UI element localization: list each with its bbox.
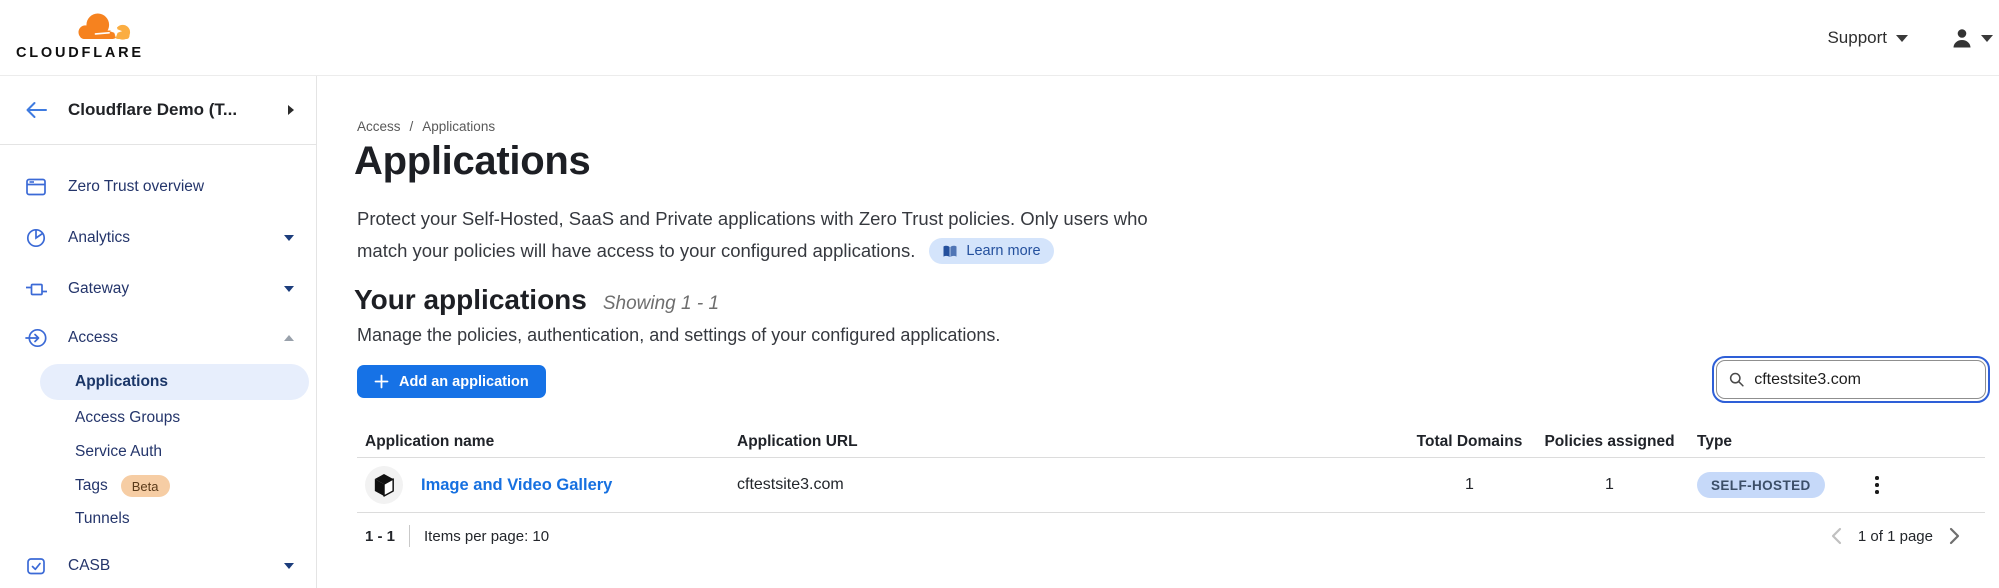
chevron-right-icon[interactable] [288,105,294,115]
applications-table: Application name Application URL Total D… [357,427,1985,513]
sidebar-item-applications[interactable]: Applications [40,364,309,400]
page-info: 1 of 1 page [1858,528,1933,545]
search-input[interactable] [1754,371,1973,389]
column-header-application-name: Application name [357,433,737,451]
divider [409,525,410,547]
table-row: Image and Video Gallery cftestsite3.com … [357,458,1985,513]
pagination-range: 1 - 1 [357,528,395,545]
column-header-application-url: Application URL [737,433,1407,451]
application-cube-icon [365,466,403,504]
book-icon [942,244,958,259]
chevron-up-icon [284,335,294,341]
casb-icon [25,555,47,577]
back-arrow-icon[interactable] [25,99,48,121]
sidebar-item-access[interactable]: Access [0,321,317,355]
showing-count: Showing 1 - 1 [603,293,719,315]
add-application-button[interactable]: Add an application [357,365,546,398]
breadcrumb-access[interactable]: Access [357,119,401,134]
pagination-bar: 1 - 1 Items per page: 10 1 of 1 page [357,513,1985,559]
breadcrumb-applications[interactable]: Applications [422,119,495,134]
search-box [1716,360,1986,399]
section-header: Your applications Showing 1 - 1 [354,284,719,316]
user-icon [1950,26,1974,50]
window-icon [25,176,47,198]
row-actions-kebab-menu[interactable] [1869,470,1885,500]
chevron-down-icon [1896,35,1908,42]
page-description: Protect your Self-Hosted, SaaS and Priva… [357,203,1148,267]
sidebar-item-tunnels[interactable]: Tunnels [0,502,317,536]
sidebar-item-label: Analytics [68,229,130,247]
sidebar-item-tags[interactable]: Tags Beta [0,469,317,503]
sidebar: Cloudflare Demo (T... Zero Trust overvie… [0,76,317,588]
table-header-row: Application name Application URL Total D… [357,427,1985,458]
add-application-label: Add an application [399,374,529,390]
sidebar-item-label: Tags [75,477,108,495]
application-url: cftestsite3.com [737,476,1407,494]
chevron-down-icon [284,235,294,241]
description-line-2: match your policies will have access to … [357,235,915,267]
sidebar-item-zero-trust-overview[interactable]: Zero Trust overview [0,170,317,204]
column-header-type: Type [1687,433,1857,451]
account-selector: Cloudflare Demo (T... [0,76,316,145]
sidebar-item-gateway[interactable]: Gateway [0,272,317,306]
gateway-icon [25,278,47,300]
sidebar-item-label: Access [68,329,118,347]
sidebar-item-service-auth[interactable]: Service Auth [0,435,317,469]
cloudflare-logo-text: CLOUDFLARE [16,45,156,61]
section-subtitle: Manage the policies, authentication, and… [357,325,1000,346]
sidebar-item-label: Service Auth [75,443,162,461]
application-name-link[interactable]: Image and Video Gallery [421,476,612,495]
sidebar-item-access-groups[interactable]: Access Groups [0,401,317,435]
sidebar-item-casb[interactable]: CASB [0,549,317,583]
total-domains-value: 1 [1407,476,1532,494]
items-per-page[interactable]: Items per page: 10 [424,528,549,545]
breadcrumb: Access / Applications [357,119,495,134]
chevron-down-icon [1981,35,1993,42]
topbar-right: Support [1827,0,1993,76]
column-header-policies-assigned: Policies assigned [1532,433,1687,451]
plus-icon [374,374,389,389]
learn-more-label: Learn more [966,235,1040,267]
search-icon [1729,371,1744,388]
sidebar-item-label: Applications [75,373,168,391]
breadcrumb-separator: / [410,119,414,134]
section-title: Your applications [354,284,587,316]
top-header: CLOUDFLARE Support [0,0,1999,76]
access-icon [25,327,48,349]
chevron-down-icon [284,563,294,569]
sidebar-item-label: Gateway [68,280,129,298]
sidebar-item-label: CASB [68,557,110,575]
description-line-1: Protect your Self-Hosted, SaaS and Priva… [357,203,1148,235]
previous-page-icon[interactable] [1830,527,1843,545]
next-page-icon[interactable] [1948,527,1961,545]
sidebar-item-label: Access Groups [75,409,180,427]
sidebar-item-analytics[interactable]: Analytics [0,221,317,255]
learn-more-button[interactable]: Learn more [929,238,1053,264]
chevron-down-icon [284,286,294,292]
sidebar-item-label: Zero Trust overview [68,178,204,196]
support-menu[interactable]: Support [1827,28,1908,48]
page-title: Applications [354,139,590,184]
policies-assigned-value: 1 [1532,476,1687,494]
cloudflare-cloud-icon [72,9,136,43]
support-label: Support [1827,28,1887,48]
cloudflare-logo[interactable]: CLOUDFLARE [16,9,156,61]
user-menu[interactable] [1950,26,1993,50]
type-badge: SELF-HOSTED [1697,472,1825,498]
account-name: Cloudflare Demo (T... [68,100,288,120]
pie-chart-icon [25,227,47,249]
beta-badge: Beta [121,475,170,497]
sidebar-item-label: Tunnels [75,510,130,528]
column-header-total-domains: Total Domains [1407,433,1532,451]
